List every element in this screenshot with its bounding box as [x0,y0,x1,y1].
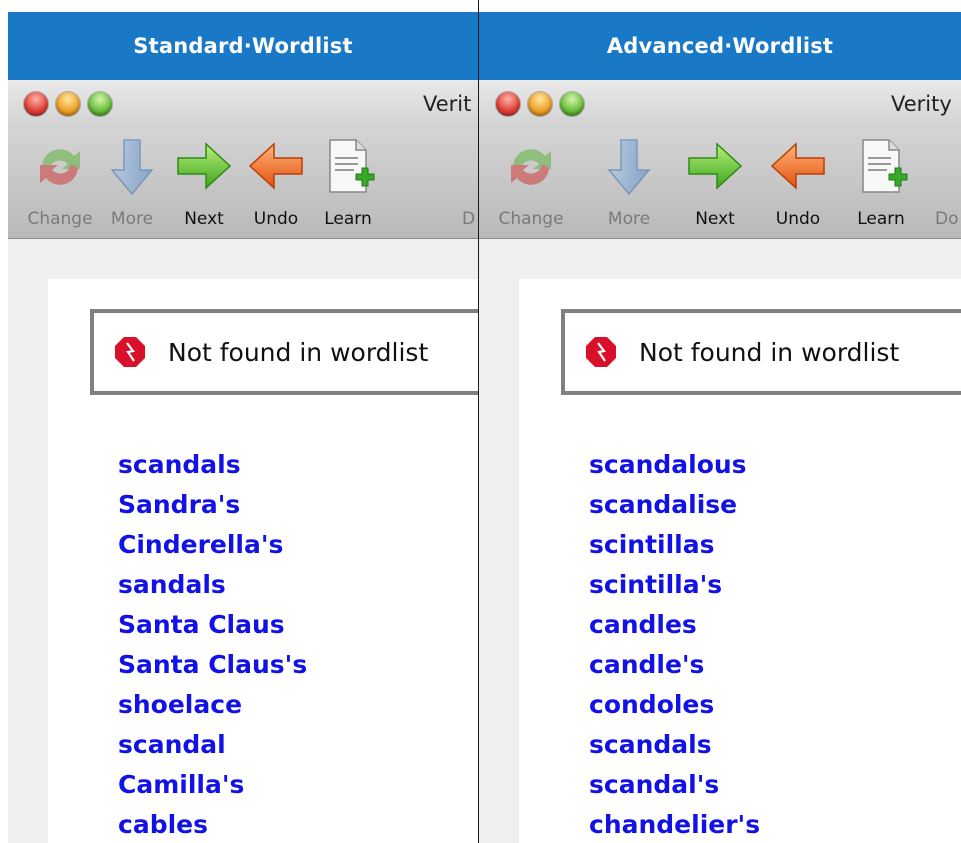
panel-banner: Standard·Wordlist [8,12,478,80]
next-button[interactable]: Next [680,128,750,238]
window-title: Verit [423,92,472,116]
traffic-lights [496,92,584,116]
left-arrow-icon [248,142,303,190]
not-found-alert: Not found in wordlist [561,309,961,395]
advanced-wordlist-panel: Advanced·Wordlist Verity Change More Nex… [479,0,961,843]
suggestion-item[interactable]: scandals [589,725,760,765]
toolbar: Change More Next Undo [8,128,478,239]
suggestion-item[interactable]: scandals [118,445,307,485]
suggestion-item[interactable]: scandal [118,725,307,765]
suggestion-item[interactable]: scandal's [589,765,760,805]
suggestion-item[interactable]: condoles [589,685,760,725]
suggestion-item[interactable]: scandalous [589,445,760,485]
stop-sign-icon [115,337,145,367]
undo-label: Undo [775,209,821,229]
toolbar: Change More Next Undo [479,128,961,239]
change-label: Change [27,209,93,229]
suggestion-list: scandalous scandalise scintillas scintil… [589,445,760,843]
down-arrow-icon [607,139,651,196]
next-label: Next [184,209,224,229]
not-found-alert: Not found in wordlist [90,309,478,395]
suggestion-item[interactable]: candle's [589,645,760,685]
more-label: More [110,209,154,229]
suggestion-list: scandals Sandra's Cinderella's sandals S… [118,445,307,843]
next-label: Next [695,209,735,229]
suggestion-item[interactable]: candles [589,605,760,645]
learn-document-icon [329,139,375,193]
change-label: Change [498,209,564,229]
right-arrow-icon [177,142,232,190]
suggestion-item[interactable]: Sandra's [118,485,307,525]
close-window-button[interactable] [496,92,520,116]
suggestion-item[interactable]: cables [118,805,307,843]
next-button[interactable]: Next [169,128,239,238]
panel-banner: Advanced·Wordlist [479,12,961,80]
learn-document-icon [862,139,908,193]
suggestion-item[interactable]: Santa Claus's [118,645,307,685]
suggestion-item[interactable]: scintillas [589,525,760,565]
minimize-window-button[interactable] [528,92,552,116]
window-title: Verity [891,92,952,116]
truncated-toolbar-button[interactable]: Do [919,128,961,238]
suggestion-item[interactable]: Camilla's [118,765,307,805]
suggestion-item[interactable]: Santa Claus [118,605,307,645]
down-arrow-icon [110,139,154,196]
learn-label: Learn [324,209,372,229]
suggestion-item[interactable]: shoelace [118,685,307,725]
traffic-lights [24,92,112,116]
undo-button[interactable]: Undo [763,128,833,238]
content-area: Not found in wordlist scandalous scandal… [479,239,961,843]
close-window-button[interactable] [24,92,48,116]
truncated-label: Do [935,209,959,229]
alert-message: Not found in wordlist [639,337,900,367]
window-titlebar[interactable]: Verit [8,80,478,128]
undo-label: Undo [253,209,299,229]
change-button[interactable]: Change [25,128,95,238]
more-button[interactable]: More [594,128,664,238]
truncated-toolbar-button[interactable]: D [448,128,478,238]
undo-button[interactable]: Undo [241,128,311,238]
stop-sign-icon [586,337,616,367]
truncated-label: D [462,209,476,229]
minimize-window-button[interactable] [56,92,80,116]
suggestion-item[interactable]: scintilla's [589,565,760,605]
alert-message: Not found in wordlist [168,337,429,367]
learn-button[interactable]: Learn [313,128,383,238]
zoom-window-button[interactable] [560,92,584,116]
suggestion-item[interactable]: Cinderella's [118,525,307,565]
right-arrow-icon [688,142,743,190]
content-area: Not found in wordlist scandals Sandra's … [8,239,478,843]
more-button[interactable]: More [97,128,167,238]
left-arrow-icon [770,142,825,190]
results-sheet: Not found in wordlist scandalous scandal… [519,279,961,843]
learn-label: Learn [857,209,905,229]
suggestion-item[interactable]: chandelier's [589,805,760,843]
change-icon [511,149,551,185]
zoom-window-button[interactable] [88,92,112,116]
more-label: More [607,209,651,229]
window-titlebar[interactable]: Verity [479,80,961,128]
change-button[interactable]: Change [496,128,566,238]
suggestion-item[interactable]: sandals [118,565,307,605]
change-icon [40,149,80,185]
learn-button[interactable]: Learn [846,128,916,238]
suggestion-item[interactable]: scandalise [589,485,760,525]
results-sheet: Not found in wordlist scandals Sandra's … [48,279,478,843]
standard-wordlist-panel: Standard·Wordlist Verit Change More Next… [0,0,478,843]
